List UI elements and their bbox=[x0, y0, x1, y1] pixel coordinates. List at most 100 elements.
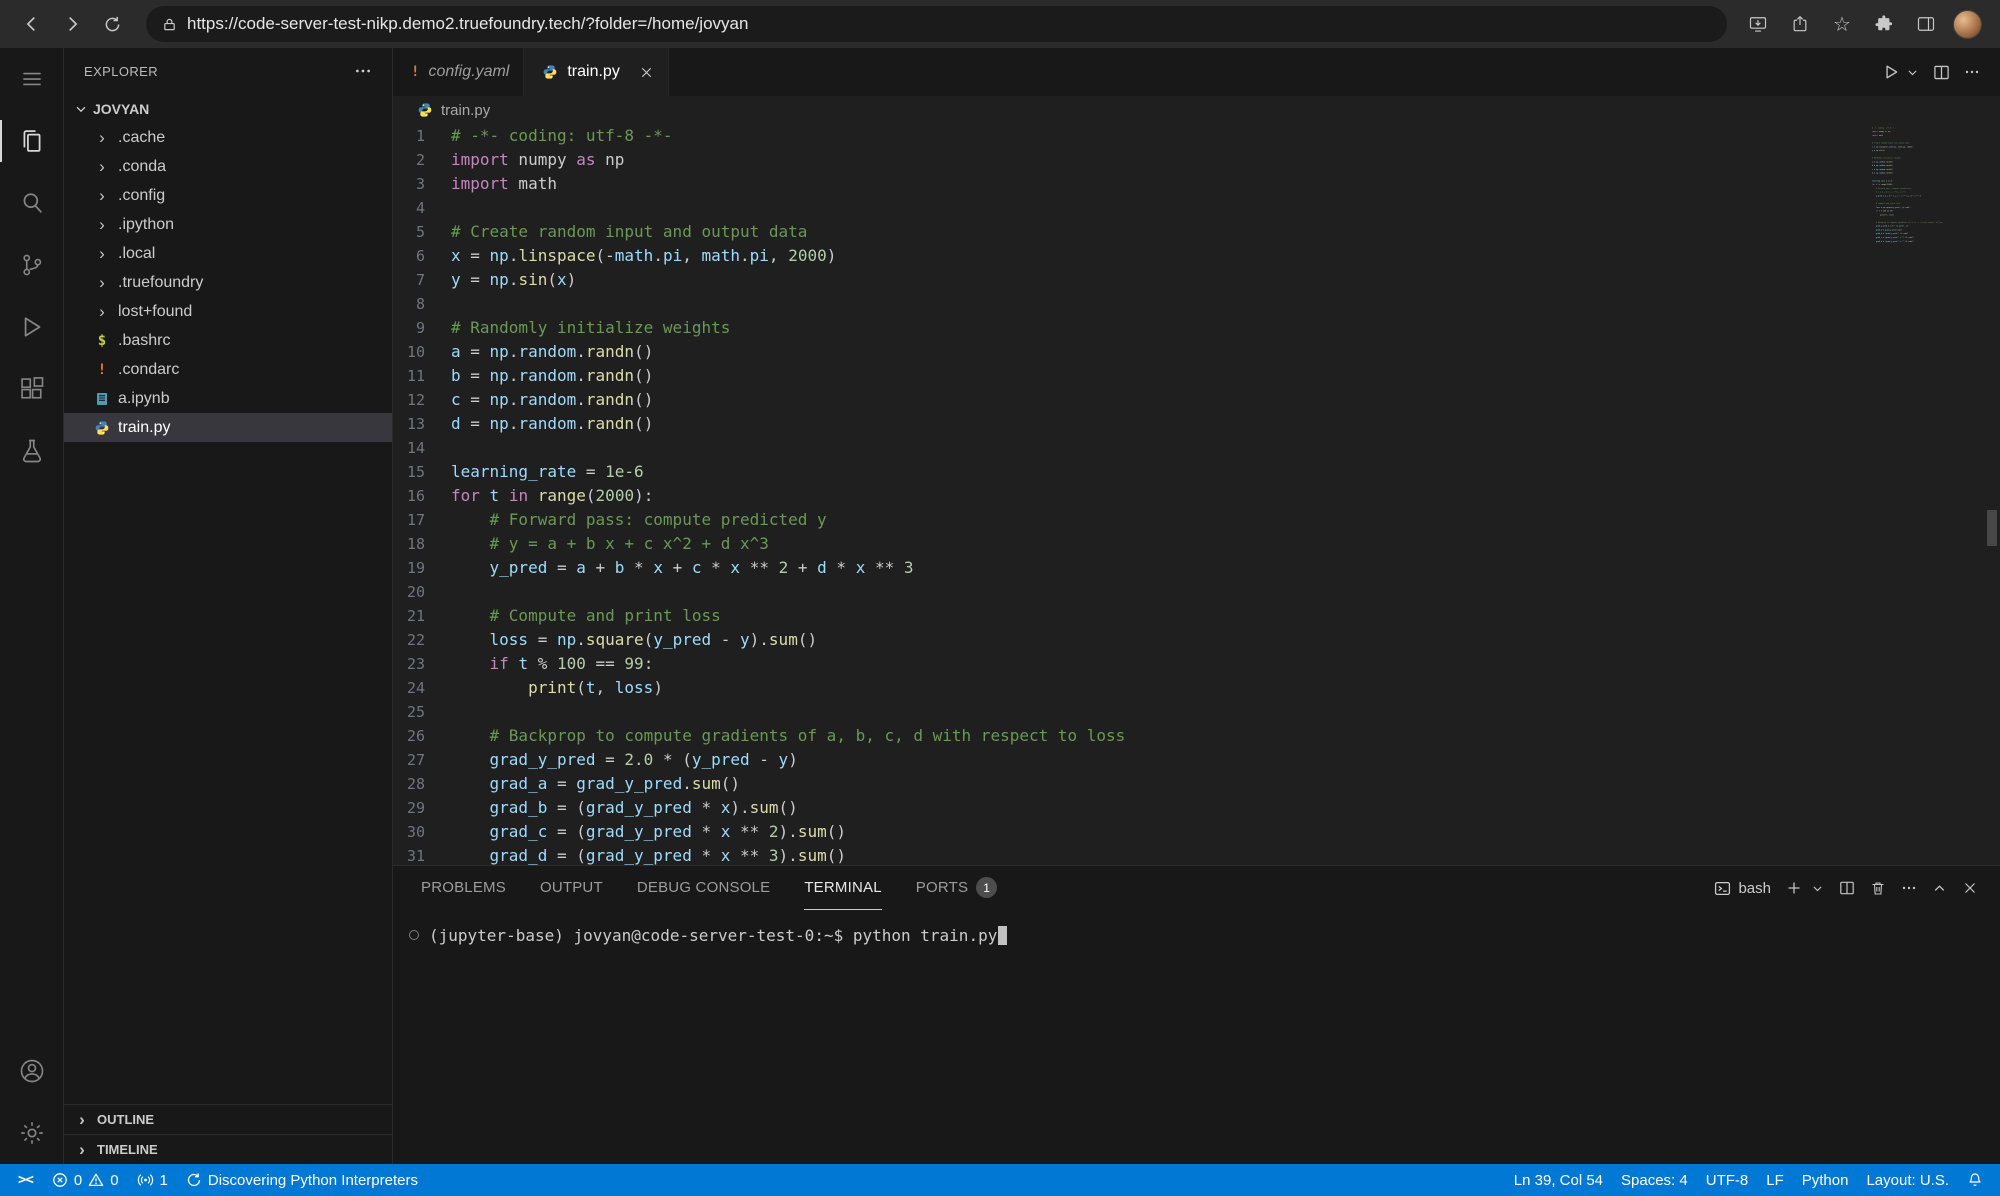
tab-train-py[interactable]: train.py bbox=[524, 48, 668, 96]
terminal-dropdown-chevron-icon[interactable] bbox=[1811, 882, 1824, 895]
close-panel-icon[interactable] bbox=[1962, 880, 1978, 896]
panel-tab-ports[interactable]: PORTS1 bbox=[916, 866, 997, 910]
command-decoration-icon[interactable] bbox=[409, 930, 419, 940]
bookmark-star-icon[interactable]: ☆ bbox=[1827, 9, 1857, 39]
profile-avatar[interactable] bbox=[1953, 10, 1982, 39]
testing-flask-icon[interactable] bbox=[0, 420, 64, 482]
code-line[interactable]: 4 bbox=[393, 196, 2000, 220]
explorer-files-icon[interactable] bbox=[0, 110, 64, 172]
sidebar-item-bashrc[interactable]: $.bashrc bbox=[64, 326, 392, 355]
source-control-icon[interactable] bbox=[0, 234, 64, 296]
sidebar-item-config[interactable]: ›.config bbox=[64, 181, 392, 210]
explorer-actions-kebab-icon[interactable] bbox=[354, 62, 372, 80]
remote-indicator[interactable]: >< bbox=[8, 1164, 43, 1196]
split-terminal-icon[interactable] bbox=[1839, 880, 1855, 896]
browser-back-button[interactable] bbox=[14, 6, 50, 42]
code-line[interactable]: 30 grad_c = (grad_y_pred * x ** 2).sum() bbox=[393, 820, 2000, 844]
run-dropdown-chevron-icon[interactable] bbox=[1906, 66, 1919, 79]
sidebar-item-ipython[interactable]: ›.ipython bbox=[64, 210, 392, 239]
code-line[interactable]: 16for t in range(2000): bbox=[393, 484, 2000, 508]
code-line[interactable]: 11b = np.random.randn() bbox=[393, 364, 2000, 388]
run-file-play-icon[interactable] bbox=[1882, 63, 1900, 81]
search-icon[interactable] bbox=[0, 172, 64, 234]
sidebar-item-condarc[interactable]: !.condarc bbox=[64, 355, 392, 384]
tab-config-yaml[interactable]: ! config.yaml bbox=[393, 48, 524, 96]
problems-status-item[interactable]: 0 0 bbox=[43, 1164, 128, 1196]
code-line[interactable]: 1# -*- coding: utf-8 -*- bbox=[393, 124, 2000, 148]
code-line[interactable]: 18 # y = a + b x + c x^2 + d x^3 bbox=[393, 532, 2000, 556]
panel-tab-problems[interactable]: PROBLEMS bbox=[421, 866, 506, 910]
extensions-puzzle-icon[interactable] bbox=[1869, 9, 1899, 39]
code-line[interactable]: 27 grad_y_pred = 2.0 * (y_pred - y) bbox=[393, 748, 2000, 772]
panel-tab-terminal[interactable]: TERMINAL bbox=[804, 866, 881, 910]
code-line[interactable]: 22 loss = np.square(y_pred - y).sum() bbox=[393, 628, 2000, 652]
run-debug-icon[interactable] bbox=[0, 296, 64, 358]
language-mode-item[interactable]: Python bbox=[1793, 1172, 1858, 1189]
menu-hamburger-icon[interactable] bbox=[0, 48, 64, 110]
sidebar-item-truefoundry[interactable]: ›.truefoundry bbox=[64, 268, 392, 297]
maximize-panel-chevron-up-icon[interactable] bbox=[1932, 881, 1947, 896]
forwarded-ports-item[interactable]: 1 bbox=[128, 1164, 177, 1196]
panel-tab-output[interactable]: OUTPUT bbox=[540, 866, 603, 910]
account-icon[interactable] bbox=[0, 1040, 64, 1102]
panel-tab-debug-console[interactable]: DEBUG CONSOLE bbox=[637, 866, 770, 910]
encoding-item[interactable]: UTF-8 bbox=[1697, 1172, 1758, 1189]
terminal[interactable]: (jupyter-base) jovyan@code-server-test-0… bbox=[393, 910, 2000, 1164]
code-line[interactable]: 19 y_pred = a + b * x + c * x ** 2 + d *… bbox=[393, 556, 2000, 580]
code-line[interactable]: 23 if t % 100 == 99: bbox=[393, 652, 2000, 676]
side-panel-icon[interactable] bbox=[1911, 9, 1941, 39]
lock-icon[interactable] bbox=[162, 17, 177, 32]
breadcrumb[interactable]: train.py bbox=[393, 96, 2000, 124]
code-line[interactable]: 21 # Compute and print loss bbox=[393, 604, 2000, 628]
code-line[interactable]: 13d = np.random.randn() bbox=[393, 412, 2000, 436]
outline-section[interactable]: › OUTLINE bbox=[64, 1104, 392, 1134]
code-line[interactable]: 6x = np.linspace(-math.pi, math.pi, 2000… bbox=[393, 244, 2000, 268]
code-line[interactable]: 10a = np.random.randn() bbox=[393, 340, 2000, 364]
code-line[interactable]: 14 bbox=[393, 436, 2000, 460]
browser-forward-button[interactable] bbox=[54, 6, 90, 42]
code-line[interactable]: 26 # Backprop to compute gradients of a,… bbox=[393, 724, 2000, 748]
install-app-icon[interactable] bbox=[1743, 9, 1773, 39]
cursor-position-item[interactable]: Ln 39, Col 54 bbox=[1505, 1172, 1612, 1189]
address-bar[interactable]: https://code-server-test-nikp.demo2.true… bbox=[146, 6, 1727, 42]
timeline-section[interactable]: › TIMELINE bbox=[64, 1134, 392, 1164]
workspace-root-jovyan[interactable]: JOVYAN bbox=[64, 94, 392, 123]
code-line[interactable]: 9# Randomly initialize weights bbox=[393, 316, 2000, 340]
code-line[interactable]: 28 grad_a = grad_y_pred.sum() bbox=[393, 772, 2000, 796]
kill-terminal-trash-icon[interactable] bbox=[1870, 880, 1886, 896]
code-line[interactable]: 12c = np.random.randn() bbox=[393, 388, 2000, 412]
code-line[interactable]: 2import numpy as np bbox=[393, 148, 2000, 172]
code-line[interactable]: 17 # Forward pass: compute predicted y bbox=[393, 508, 2000, 532]
code-line[interactable]: 3import math bbox=[393, 172, 2000, 196]
indentation-item[interactable]: Spaces: 4 bbox=[1612, 1172, 1697, 1189]
panel-more-kebab-icon[interactable] bbox=[1901, 880, 1917, 896]
sidebar-item-lost-found[interactable]: ›lost+found bbox=[64, 297, 392, 326]
settings-gear-icon[interactable] bbox=[0, 1102, 64, 1164]
split-editor-icon[interactable] bbox=[1933, 64, 1950, 81]
code-editor[interactable]: 1# -*- coding: utf-8 -*-2import numpy as… bbox=[393, 124, 2000, 865]
sidebar-item-local[interactable]: ›.local bbox=[64, 239, 392, 268]
new-terminal-plus-icon[interactable] bbox=[1786, 880, 1802, 896]
code-line[interactable]: 24 print(t, loss) bbox=[393, 676, 2000, 700]
code-line[interactable]: 20 bbox=[393, 580, 2000, 604]
code-line[interactable]: 7y = np.sin(x) bbox=[393, 268, 2000, 292]
editor-scrollbar-thumb[interactable] bbox=[1987, 510, 1997, 546]
browser-reload-button[interactable] bbox=[94, 6, 130, 42]
code-line[interactable]: 8 bbox=[393, 292, 2000, 316]
code-line[interactable]: 25 bbox=[393, 700, 2000, 724]
sidebar-item-a-ipynb[interactable]: a.ipynb bbox=[64, 384, 392, 413]
notifications-bell-item[interactable] bbox=[1958, 1172, 1992, 1188]
keyboard-layout-item[interactable]: Layout: U.S. bbox=[1857, 1172, 1958, 1189]
minimap[interactable]: # -*- coding: utf-8 -*-import numpy as n… bbox=[1872, 126, 1988, 276]
code-line[interactable]: 29 grad_b = (grad_y_pred * x).sum() bbox=[393, 796, 2000, 820]
terminal-shell-item[interactable]: bash bbox=[1714, 880, 1771, 897]
eol-item[interactable]: LF bbox=[1757, 1172, 1793, 1189]
extensions-icon[interactable] bbox=[0, 358, 64, 420]
code-line[interactable]: 15learning_rate = 1e-6 bbox=[393, 460, 2000, 484]
sidebar-item-conda[interactable]: ›.conda bbox=[64, 152, 392, 181]
code-line[interactable]: 31 grad_d = (grad_y_pred * x ** 3).sum() bbox=[393, 844, 2000, 865]
code-line[interactable]: 5# Create random input and output data bbox=[393, 220, 2000, 244]
sidebar-item-train-py[interactable]: train.py bbox=[64, 413, 392, 442]
interpreter-discovery-item[interactable]: Discovering Python Interpreters bbox=[177, 1164, 427, 1196]
tab-close-icon[interactable] bbox=[639, 65, 654, 80]
